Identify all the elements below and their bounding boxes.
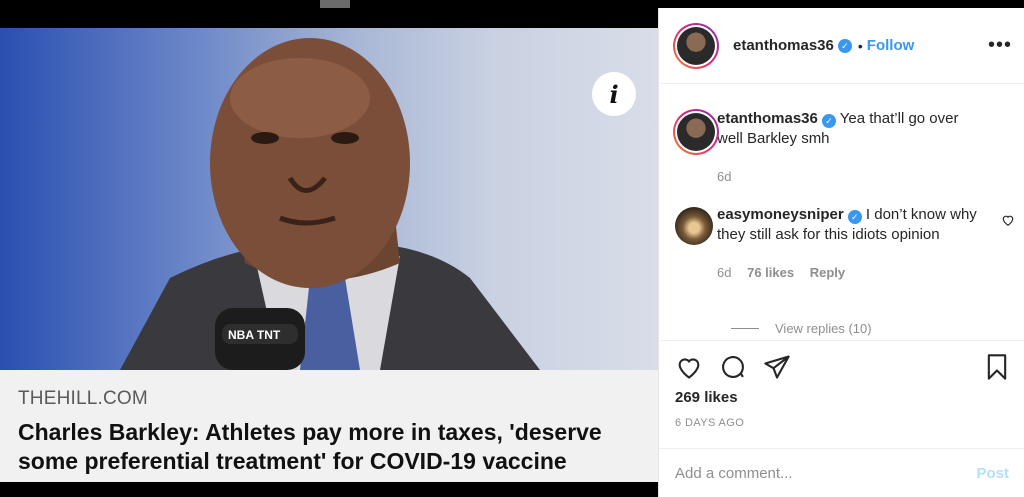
add-comment-bar: Post bbox=[659, 448, 1024, 497]
link-caption[interactable]: THEHILL.COM Charles Barkley: Athletes pa… bbox=[0, 370, 658, 482]
comment-meta: 6d bbox=[717, 169, 1024, 184]
heart-icon[interactable] bbox=[1001, 213, 1015, 227]
share-icon[interactable] bbox=[763, 353, 791, 381]
bottom-strip bbox=[0, 482, 658, 497]
heart-icon[interactable] bbox=[675, 353, 703, 381]
info-glyph: i bbox=[609, 79, 619, 109]
top-notch bbox=[320, 0, 350, 8]
comment-likes[interactable]: 76 likes bbox=[747, 265, 794, 280]
separator-dot: • bbox=[857, 37, 863, 54]
action-bar bbox=[659, 340, 1024, 384]
avatar-image bbox=[677, 26, 715, 65]
post-username[interactable]: etanthomas36 bbox=[733, 37, 834, 54]
follow-button[interactable]: Follow bbox=[867, 37, 915, 54]
comment-avatar[interactable] bbox=[673, 109, 719, 155]
view-replies[interactable]: View replies (10) bbox=[731, 321, 872, 336]
verified-icon: ✓ bbox=[847, 210, 862, 224]
reply-button[interactable]: Reply bbox=[810, 265, 845, 280]
verified-icon: ✓ bbox=[837, 38, 852, 53]
link-headline: Charles Barkley: Athletes pay more in ta… bbox=[18, 419, 602, 474]
comment-icon[interactable] bbox=[719, 353, 747, 381]
comment-username[interactable]: easymoneysniper bbox=[717, 206, 844, 223]
post-timestamp: 6 DAYS AGO bbox=[675, 417, 745, 429]
comment-username[interactable]: etanthomas36 bbox=[717, 110, 818, 127]
more-icon[interactable]: ••• bbox=[988, 34, 1012, 57]
replies-line bbox=[731, 328, 759, 329]
comment-avatar[interactable] bbox=[675, 207, 713, 245]
post-header: etanthomas36 ✓ • Follow ••• bbox=[659, 8, 1024, 84]
comment-body: etanthomas36 ✓ Yea that’ll go over well B… bbox=[717, 109, 977, 149]
mic-label: NBA TNT bbox=[228, 328, 281, 342]
view-replies-label: View replies (10) bbox=[775, 321, 872, 336]
comment-age: 6d bbox=[717, 169, 732, 184]
bookmark-icon[interactable] bbox=[983, 353, 1011, 381]
comment-avatar-image bbox=[677, 113, 715, 151]
post-panel: etanthomas36 ✓ • Follow ••• etanthomas36… bbox=[658, 8, 1024, 497]
info-icon[interactable]: i bbox=[592, 72, 636, 116]
link-source: THEHILL.COM bbox=[18, 388, 148, 409]
comment-item: easymoneysniper ✓ I don’t know why they s… bbox=[659, 205, 1024, 280]
comment-input[interactable] bbox=[675, 464, 977, 482]
verified-icon: ✓ bbox=[821, 114, 836, 128]
comment-age: 6d bbox=[717, 265, 732, 280]
caption-comment: etanthomas36 ✓ Yea that’ll go over well B… bbox=[659, 109, 1024, 184]
comment-body: easymoneysniper ✓ I don’t know why they s… bbox=[717, 205, 977, 245]
post-button[interactable]: Post bbox=[976, 465, 1009, 482]
comment-meta: 6d 76 likes Reply bbox=[717, 265, 1024, 280]
barkley-photo: NBA TNT bbox=[120, 38, 540, 370]
comments-list[interactable]: etanthomas36 ✓ Yea that’ll go over well B… bbox=[659, 85, 1024, 340]
post-image[interactable]: NBA TNT i bbox=[0, 28, 658, 370]
avatar[interactable] bbox=[673, 22, 719, 69]
likes-count[interactable]: 269 likes bbox=[675, 389, 738, 406]
